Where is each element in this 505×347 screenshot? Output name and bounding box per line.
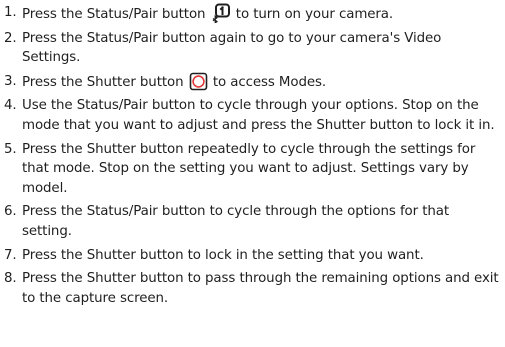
step-8: 8. Press the Shutter button to pass thro…	[4, 269, 505, 308]
instructions-document: 1. Press the Status/Pair button to turn …	[0, 0, 505, 347]
step-number: 8.	[4, 271, 17, 287]
step-text: Press the Shutter button to access Modes…	[22, 72, 505, 93]
step-text: Press the Status/Pair button to turn on …	[22, 3, 505, 25]
step-text: Press the Shutter button repeatedly to c…	[22, 141, 476, 196]
step-6: 6. Press the Status/Pair button to cycle…	[4, 202, 505, 241]
step-text: Press the Shutter button to pass through…	[22, 271, 499, 306]
step-number: 2.	[4, 30, 17, 46]
step-number: 3.	[4, 73, 17, 89]
step-3: 3. Press the Shutter button to access Mo…	[4, 72, 505, 93]
step-number: 7.	[4, 247, 17, 263]
step-4: 4. Use the Status/Pair button to cycle t…	[4, 96, 505, 135]
step-number: 1.	[4, 5, 17, 20]
step-text-after-icon: to access Modes.	[212, 74, 327, 90]
shutter-button-icon	[189, 72, 208, 91]
step-number: 5.	[4, 141, 17, 157]
step-number: 6.	[4, 204, 17, 220]
step-text-before-icon: Press the Shutter button	[22, 74, 184, 90]
step-1: 1. Press the Status/Pair button to turn …	[4, 3, 505, 25]
step-number: 4.	[4, 98, 17, 114]
step-text: Press the Status/Pair button to cycle th…	[22, 204, 449, 239]
step-text-after-icon: to turn on your camera.	[235, 7, 394, 22]
step-5: 5. Press the Shutter button repeatedly t…	[4, 140, 505, 199]
status-pair-button-icon	[211, 3, 231, 23]
steps-list: 1. Press the Status/Pair button to turn …	[4, 3, 505, 308]
step-text-before-icon: Press the Status/Pair button	[22, 7, 206, 22]
step-text: Use the Status/Pair button to cycle thro…	[22, 98, 495, 133]
step-text: Press the Status/Pair button again to go…	[22, 30, 442, 66]
step-text: Press the Shutter button to lock in the …	[22, 247, 424, 263]
step-2: 2. Press the Status/Pair button again to…	[4, 29, 505, 68]
step-7: 7. Press the Shutter button to lock in t…	[4, 246, 505, 266]
